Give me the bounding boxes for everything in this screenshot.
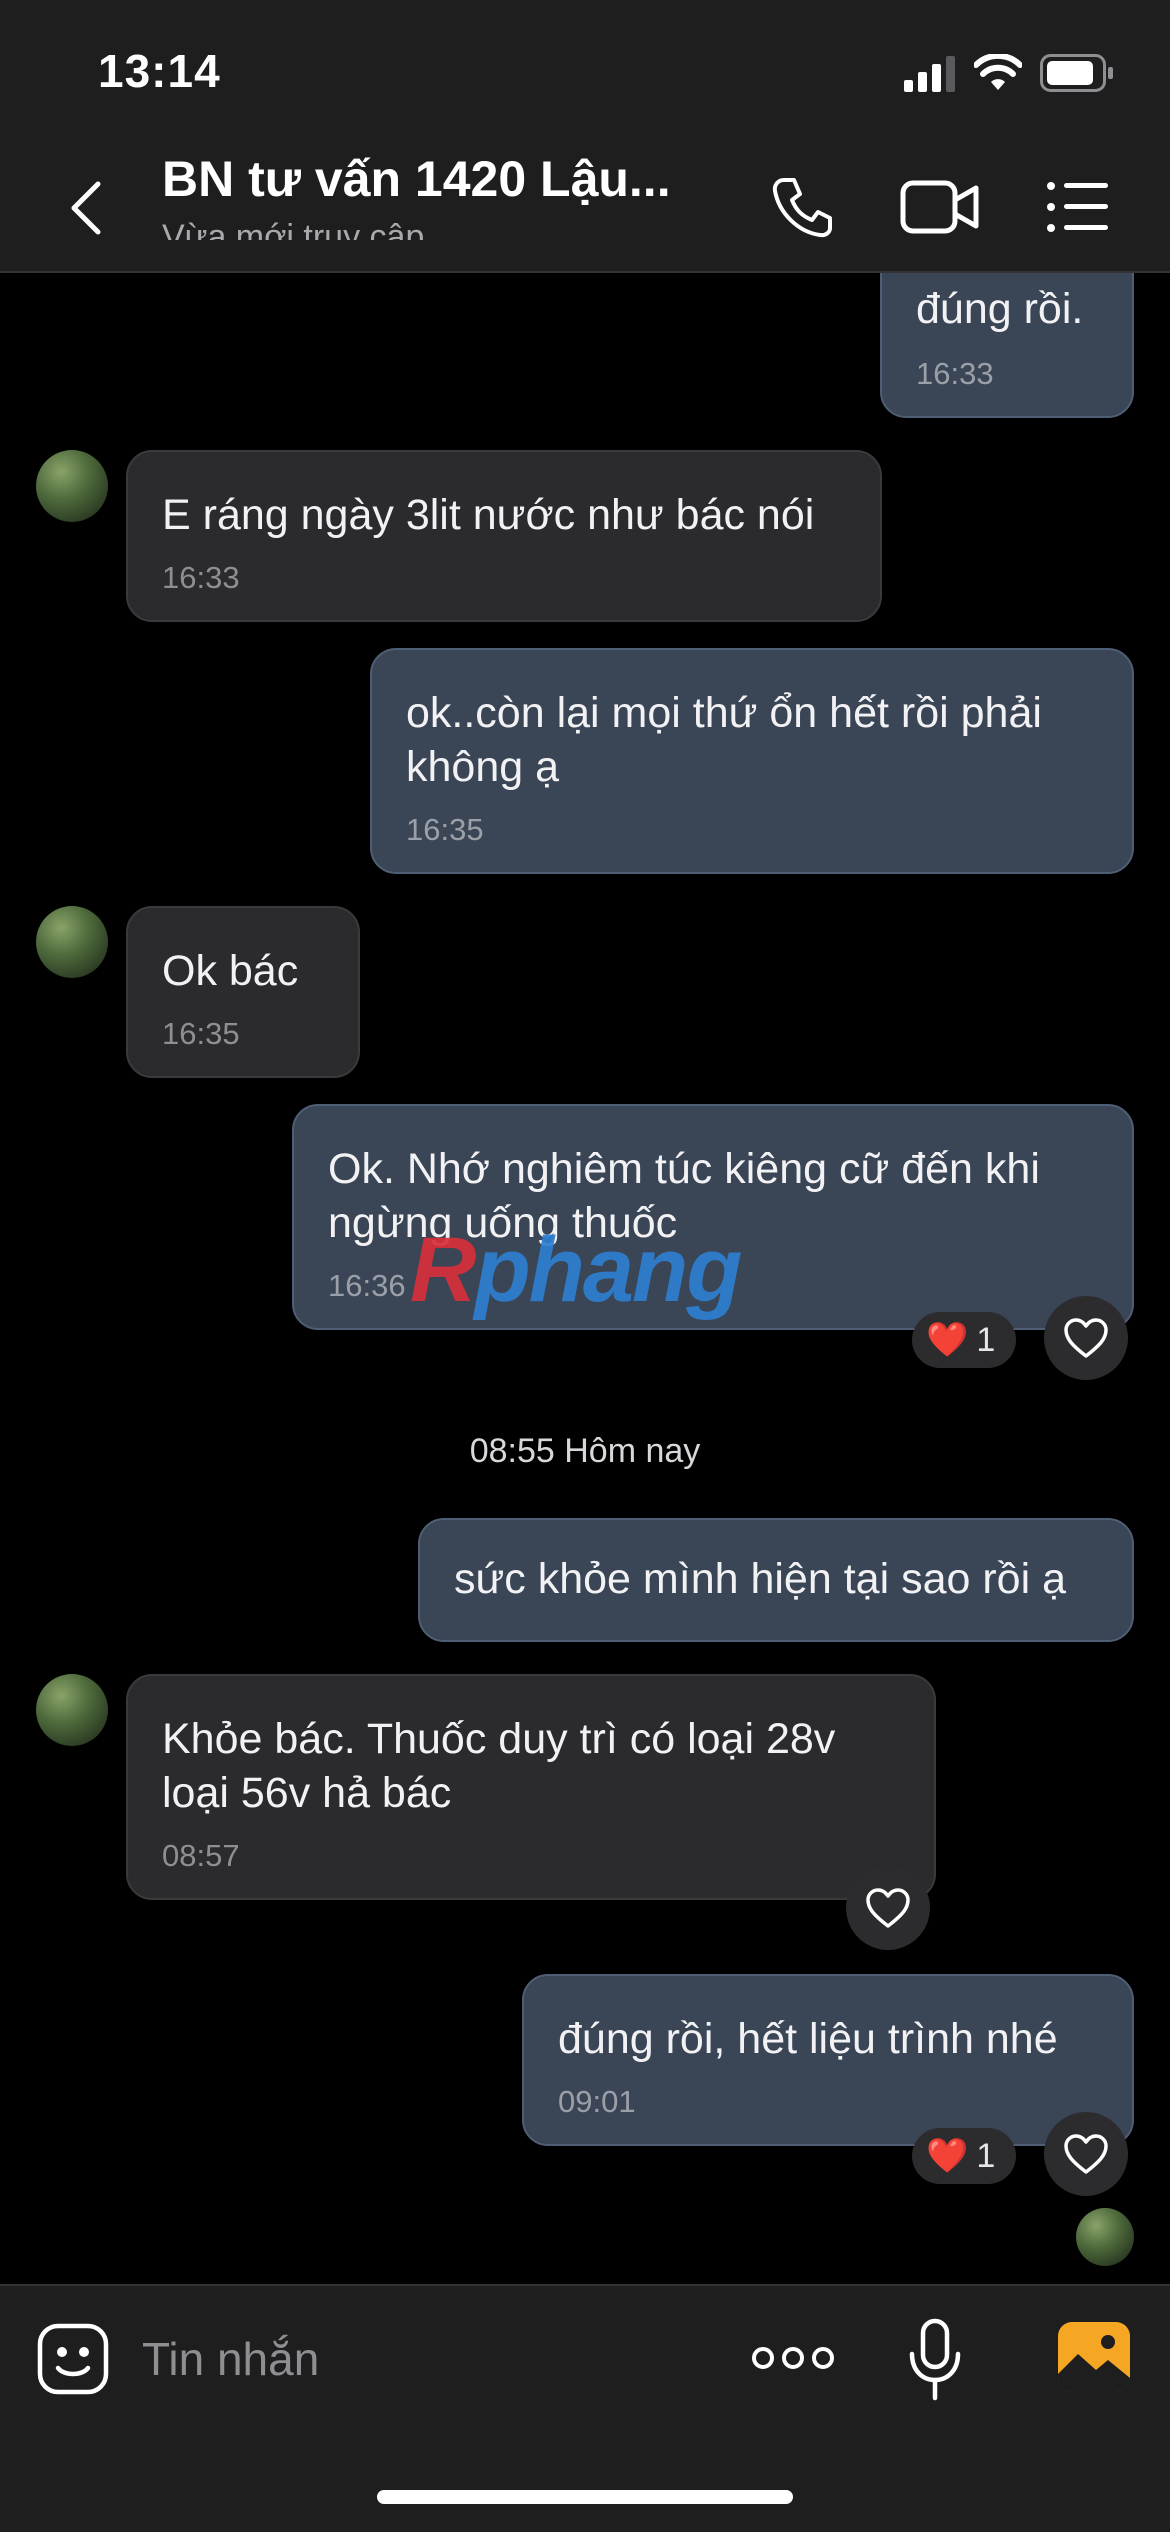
message-bubble-incoming[interactable]: E ráng ngày 3lit nước như bác nói 16:33	[126, 450, 882, 622]
message-time: 16:33	[916, 356, 994, 391]
heart-outline-icon	[1064, 2134, 1108, 2174]
heart-outline-icon	[866, 1888, 910, 1928]
video-call-icon[interactable]	[900, 178, 980, 236]
reaction-summary[interactable]: ❤️ 1	[912, 2128, 1016, 2184]
message-time: 16:36	[328, 1268, 406, 1303]
header-divider	[0, 271, 1170, 273]
composer-divider	[0, 2284, 1170, 2286]
message-text: đúng rồi, hết liệu trình nhé	[558, 2015, 1058, 2063]
message-time: 16:33	[162, 560, 240, 595]
contact-avatar[interactable]	[36, 450, 108, 522]
message-text: Ok bác	[162, 947, 299, 995]
message-text: sức khỏe mình hiện tại sao rồi ạ	[454, 1555, 1066, 1603]
message-input[interactable]: Tin nhắn	[142, 2332, 319, 2386]
add-reaction-button[interactable]	[846, 1866, 930, 1950]
message-text: ok..còn lại mọi thứ ổn hết rồi phải khôn…	[406, 689, 1042, 791]
seen-avatar	[1076, 2208, 1134, 2266]
message-time: 08:57	[162, 1838, 240, 1873]
battery-icon	[1040, 54, 1113, 92]
message-text: E ráng ngày 3lit nước như bác nói	[162, 491, 815, 539]
wifi-icon	[974, 54, 1022, 90]
photo-gallery-icon[interactable]	[1056, 2320, 1132, 2394]
message-time: 16:35	[406, 812, 484, 847]
microphone-icon[interactable]	[906, 2318, 964, 2402]
contact-avatar[interactable]	[36, 1674, 108, 1746]
reaction-count: 1	[976, 1320, 996, 1359]
reaction-count: 1	[976, 2136, 996, 2175]
chat-title[interactable]: BN tư vấn 1420 Lậu...	[162, 150, 671, 208]
watermark-logo: Rphang	[410, 1219, 742, 1321]
message-bubble-outgoing[interactable]: ok..còn lại mọi thứ ổn hết rồi phải khôn…	[370, 648, 1134, 874]
more-options-icon[interactable]	[750, 2338, 836, 2378]
message-bubble-incoming[interactable]: Ok bác 16:35	[126, 906, 360, 1078]
header-overlap	[0, 240, 1170, 271]
heart-outline-icon	[1064, 1318, 1108, 1358]
message-time: 16:35	[162, 1016, 240, 1051]
back-chevron-icon[interactable]	[64, 178, 108, 238]
message-text: đúng rồi.	[916, 285, 1084, 333]
add-reaction-button[interactable]	[1044, 1296, 1128, 1380]
add-reaction-button[interactable]	[1044, 2112, 1128, 2196]
menu-list-icon[interactable]	[1046, 180, 1110, 234]
message-text: Khỏe bác. Thuốc duy trì có loại 28v loại…	[162, 1715, 836, 1817]
sticker-emoji-icon[interactable]	[36, 2322, 110, 2396]
message-bubble-outgoing[interactable]: đúng rồi, hết liệu trình nhé 09:01	[522, 1974, 1134, 2146]
date-separator: 08:55 Hôm nay	[469, 1432, 701, 1470]
heart-reaction-icon: ❤️	[926, 1321, 969, 1359]
reaction-summary[interactable]: ❤️ 1	[912, 1312, 1016, 1368]
contact-avatar[interactable]	[36, 906, 108, 978]
home-indicator	[377, 2490, 793, 2504]
message-bubble-outgoing[interactable]: sức khỏe mình hiện tại sao rồi ạ	[418, 1518, 1134, 1642]
message-time: 09:01	[558, 2084, 636, 2119]
signal-icon	[904, 56, 955, 92]
heart-reaction-icon: ❤️	[926, 2137, 969, 2175]
status-time: 13:14	[98, 45, 221, 97]
message-bubble-incoming[interactable]: Khỏe bác. Thuốc duy trì có loại 28v loại…	[126, 1674, 936, 1900]
phone-call-icon[interactable]	[770, 174, 836, 240]
